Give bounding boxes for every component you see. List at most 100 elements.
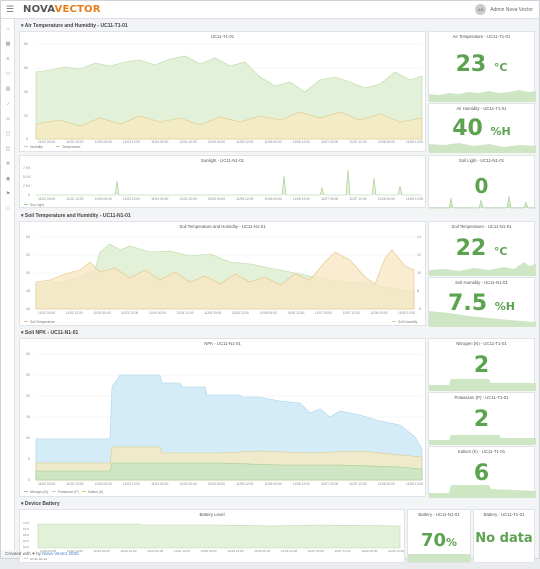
kalium-panel: Kalium (K) - UC11-T1-01 6 xyxy=(428,446,536,498)
chart-icon[interactable]: ▤ xyxy=(1,83,15,94)
x-tick: 11/02 00:00 xyxy=(38,197,55,201)
bell-icon[interactable]: ♪ xyxy=(1,98,15,109)
app-window: ☰ NOVAVECTOR AN Admin Nova Vector ⌂ ▦ ≡ ▭ ▤ ♪… xyxy=(0,0,540,563)
box-icon[interactable]: ◫ xyxy=(1,143,15,154)
y-tick: 5.0 K xyxy=(23,175,31,179)
x-tick: 11/02 00:00 xyxy=(38,140,55,144)
x-tick: 11/08 00:00 xyxy=(378,140,395,144)
footer-link[interactable]: Nova Vector 2020 xyxy=(42,551,79,556)
y-tick-right: 6 xyxy=(419,307,421,311)
x-tick: 11/05 12:00 xyxy=(236,197,253,201)
air-chart-panel: UC11-T1-01 80 60 40 20 0 11/02 00:00 11/0… xyxy=(19,31,426,152)
nitrogen-panel: Nitrogen (N) - UC11-T1-01 2 xyxy=(428,338,536,391)
y-tick-left: 18 xyxy=(26,289,30,293)
y-tick: 40 xyxy=(24,90,28,94)
device-icon[interactable]: ▭ xyxy=(1,68,15,79)
x-tick: 11/08 12:00 xyxy=(406,482,423,486)
x-tick: 11/05 00:00 xyxy=(208,140,225,144)
x-tick: 11/07 00:00 xyxy=(321,140,338,144)
x-tick: 11/05 00:00 xyxy=(201,549,217,553)
folder-icon[interactable]: ▢ xyxy=(1,128,15,139)
sunlight-chart: 7.5 K 5.0 K 2.5 K 0 11/02 00:00 11/02 12:… xyxy=(23,166,423,207)
y-tick-right: 12 xyxy=(417,253,421,257)
x-tick: 11/06 00:00 xyxy=(264,482,281,486)
brand-logo[interactable]: NOVAVECTOR xyxy=(23,4,101,15)
x-tick: 11/02 12:00 xyxy=(66,140,83,144)
soil-light-sparkline xyxy=(429,195,536,209)
y-tick: 10 xyxy=(26,436,30,440)
x-tick: 11/04 00:00 xyxy=(151,482,168,486)
footer: Created with ♥ by Nova Vector 2020 xyxy=(5,551,79,556)
x-tick: 11/07 12:00 xyxy=(349,482,366,486)
map-icon[interactable]: ◉ xyxy=(1,173,15,184)
x-tick: 11/04 00:00 xyxy=(151,140,168,144)
y-tick: 7.5 K xyxy=(23,166,31,170)
air-hum-panel: Air Humidity - UC11-T1-01 40 %H xyxy=(428,103,536,153)
soil-temp-panel: Soil Temperature - UC11-N1-01 22 °C xyxy=(428,221,536,276)
info-icon[interactable]: ⓘ xyxy=(1,203,15,214)
x-tick: 11/07 12:00 xyxy=(343,311,360,315)
soil-chart: 24 22 20 18 16 14 12 10 8 6 11/02 00:00 1… xyxy=(24,235,421,324)
y-tick: 0 xyxy=(26,137,28,141)
x-tick: 11/03 00:00 xyxy=(93,311,110,315)
battery-n1-value: 70% xyxy=(420,530,458,551)
soil-hum-sparkline xyxy=(429,311,536,327)
air-hum-sparkline xyxy=(429,143,536,153)
x-tick: 11/04 12:00 xyxy=(180,482,197,486)
battery-series xyxy=(37,523,401,549)
x-tick: 11/06 12:00 xyxy=(281,549,297,553)
x-tick: 11/02 12:00 xyxy=(66,197,83,201)
x-tick: 11/05 00:00 xyxy=(204,311,221,315)
x-tick: 11/06 12:00 xyxy=(293,197,310,201)
legend-nitrogen: Nitrogen (N) xyxy=(30,490,48,494)
flag-icon[interactable]: ⚑ xyxy=(1,188,15,199)
npk-chart-panel: NPK - UC11-N1-01 30 25 20 15 10 5 0 11/0… xyxy=(19,338,426,497)
sunlight-chart-panel: Sunlight - UC11-N1-01 7.5 K 5.0 K 2.5 K … xyxy=(19,155,426,208)
section-soil-title[interactable]: ▾ Soil Temperature and Humidity - UC11-N… xyxy=(21,213,131,219)
legend-temperature: Temperature xyxy=(62,145,81,149)
x-tick: 11/08 00:00 xyxy=(370,311,387,315)
y-tick: 15 xyxy=(26,415,30,419)
sidebar: ⌂ ▦ ≡ ▭ ▤ ♪ ☺ ▢ ◫ ✲ ◉ ⚑ ⓘ xyxy=(1,19,15,550)
section-air-title[interactable]: ▾ Air Temperature and Humidity - UC11-T1… xyxy=(21,23,128,29)
x-tick: 11/08 12:00 xyxy=(406,197,423,201)
legend-soil-humidity: Soil Humidity xyxy=(398,320,418,324)
battery-t1-title: Battery - UC11-T1-01 xyxy=(483,512,525,517)
settings-icon[interactable]: ✲ xyxy=(1,158,15,169)
menu-icon[interactable]: ☰ xyxy=(1,1,19,19)
x-tick: 11/05 00:00 xyxy=(208,482,225,486)
air-temp-sparkline xyxy=(429,90,536,102)
x-tick: 11/05 12:00 xyxy=(236,482,253,486)
user-name: Admin Nova Vector xyxy=(490,6,533,13)
sunlight-chart-title: Sunlight - UC11-N1-01 xyxy=(200,158,245,163)
layers-icon[interactable]: ≡ xyxy=(1,53,15,64)
x-tick: 11/03 12:00 xyxy=(121,311,138,315)
x-tick: 11/04 12:00 xyxy=(180,197,197,201)
user-menu[interactable]: AN Admin Nova Vector xyxy=(475,4,533,15)
y-tick-right: 10 xyxy=(417,271,421,275)
legend-potassium: Potassium (P) xyxy=(58,490,79,494)
dashboard-content: ▾ Air Temperature and Humidity - UC11-T1… xyxy=(17,19,539,563)
legend-kalium: Kalium (K) xyxy=(88,490,103,494)
battery-chart-title: Battery Level xyxy=(199,512,225,517)
y-tick: 20 xyxy=(24,114,28,118)
x-tick: 11/02 00:00 xyxy=(38,482,55,486)
section-npk-title[interactable]: ▾ Soil NPK - UC11-N1-01 xyxy=(21,330,78,336)
kalium-sparkline xyxy=(429,485,536,498)
x-tick: 11/07 12:00 xyxy=(349,140,366,144)
battery-t1-value: No data xyxy=(475,531,533,546)
y-tick-left: 20 xyxy=(26,271,30,275)
x-tick: 11/06 12:00 xyxy=(287,311,304,315)
grid-icon[interactable]: ▦ xyxy=(1,38,15,49)
y-tick-left: 22 xyxy=(26,253,30,257)
battery-n1-panel: Battery - UC11-N1-01 70% xyxy=(407,509,471,563)
avatar: AN xyxy=(475,4,487,15)
x-tick: 11/07 12:00 xyxy=(334,549,350,553)
home-icon[interactable]: ⌂ xyxy=(1,23,15,34)
y-tick: 5 xyxy=(28,457,30,461)
y-tick: 20 xyxy=(26,394,30,398)
x-tick: 11/04 12:00 xyxy=(174,549,190,553)
section-battery-title[interactable]: ▾ Device Battery xyxy=(21,501,60,507)
x-tick: 11/05 12:00 xyxy=(232,311,249,315)
user-icon[interactable]: ☺ xyxy=(1,113,15,124)
